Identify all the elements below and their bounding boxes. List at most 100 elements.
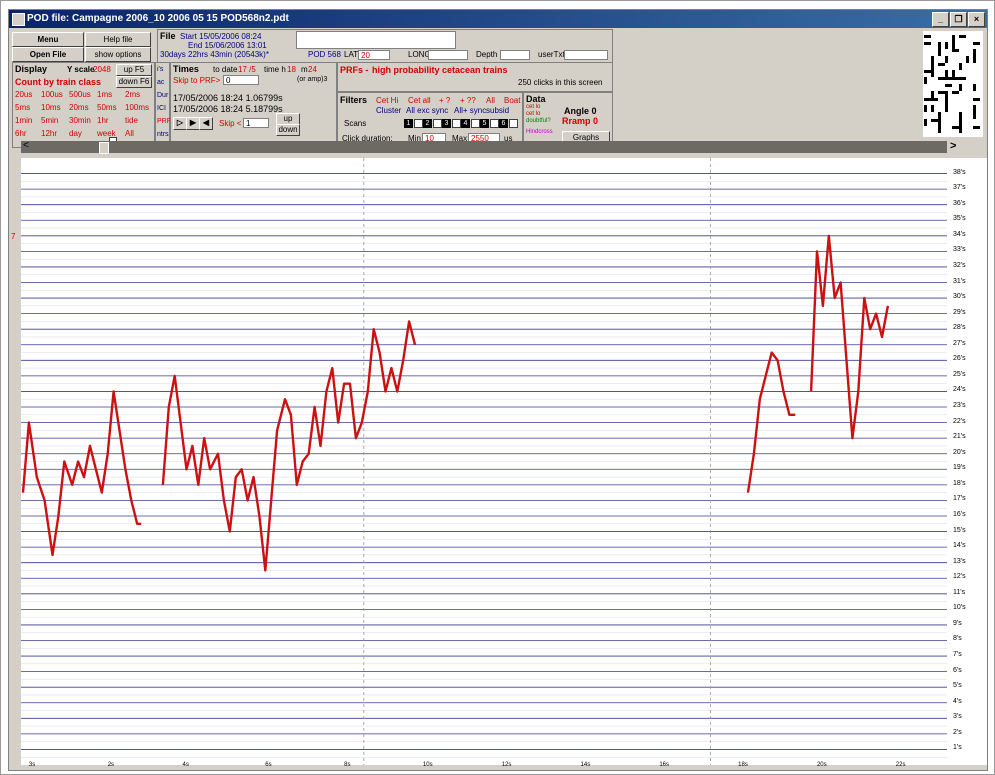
skip-field[interactable]: 1 [243,118,269,128]
scroll-thumb[interactable] [99,142,109,154]
filter-option[interactable]: + ?? [460,96,476,105]
train-class-bin[interactable]: 50ms [97,103,117,112]
train-class-bin[interactable]: 2ms [125,90,140,99]
logo-mark [959,77,966,80]
menu-button[interactable]: Menu [12,32,84,47]
y-tick-label: 8's [953,635,962,643]
train-class-bin[interactable]: 30min [69,116,91,125]
time-scrollbar[interactable]: < [21,140,947,154]
yscale-value[interactable]: 2048 [93,65,111,74]
filter-option[interactable]: Cet all [408,96,431,105]
y-tick-label: 35's [953,215,966,223]
filter-option[interactable]: All [486,96,495,105]
logo-mark [945,84,952,87]
left-marker: 7 [11,232,16,241]
y-tick-label: 20's [953,448,966,456]
step-forward-button[interactable]: ▶ [186,117,200,130]
logo-mark [973,56,976,63]
train-class-bin[interactable]: 100ms [125,103,149,112]
play-forward-button[interactable]: ▷ [173,117,187,130]
lat-field[interactable]: 20 [358,50,390,60]
train-class-bin[interactable]: 6hr [15,129,27,138]
skip-label: Skip < [219,119,242,128]
open-file-button[interactable]: Open File [12,47,84,62]
data-panel: Data cet lo cet lo doubtful? Hindcross A… [523,92,613,148]
side-param-label[interactable]: ac [157,79,164,86]
logo-mark [945,91,948,98]
cluster-option[interactable]: All+ sync [454,106,486,115]
train-class-bin[interactable]: tide [125,116,138,125]
logo-mark [931,70,934,77]
time-h-value[interactable]: 18 [287,65,296,74]
scan-checkbox[interactable] [471,119,480,128]
yscale-up-button[interactable]: up F5 [116,64,152,76]
train-class-bin[interactable]: 500us [69,90,91,99]
side-param-label[interactable]: PRF [157,118,171,125]
x-tick-label: 3s [28,762,36,768]
maze-logo-icon [923,31,983,137]
usertxt-field[interactable] [564,50,608,60]
scroll-left-arrow[interactable]: < [23,140,29,151]
skip-to-prf-field[interactable]: 0 [223,75,259,85]
long-field[interactable] [428,50,468,60]
help-file-button[interactable]: Help file [85,32,151,47]
logo-mark [938,126,941,133]
close-button[interactable]: × [968,12,985,27]
logo-mark [959,84,962,91]
y-tick-label: 15's [953,526,966,534]
cluster-option[interactable]: All exc sync [406,106,448,115]
scroll-right-arrow[interactable]: > [950,140,956,152]
train-class-bin[interactable]: 100us [41,90,63,99]
to-date-value[interactable]: 17 /5 [238,65,256,74]
file-notes-field[interactable] [296,31,456,49]
data-option-4[interactable]: Hindcross [526,129,553,135]
y-tick-label: 4's [953,697,962,705]
data-option-2[interactable]: cet lo [526,111,540,117]
side-param-label[interactable]: i's [157,66,163,73]
scan-checkbox[interactable] [433,119,442,128]
display-panel: Display Y scale 2048 up F5 Count by trai… [12,62,155,148]
show-options-button[interactable]: show options [85,47,151,62]
y-tick-label: 9's [953,619,962,627]
train-class-bin[interactable]: 20us [15,90,32,99]
train-class-bin[interactable]: 1ms [97,90,112,99]
train-class-bin[interactable]: 10ms [41,103,61,112]
cluster-option[interactable]: Cluster [376,106,401,115]
scan-number-badge: 1 [404,119,413,128]
scan-checkbox[interactable] [452,119,461,128]
train-class-bin[interactable]: 1min [15,116,32,125]
y-tick-label: 24's [953,386,966,394]
y-tick-label: 16's [953,510,966,518]
click-train-plot[interactable] [21,158,947,765]
minutes-value[interactable]: 24 [308,65,317,74]
scan-checkbox[interactable] [414,119,423,128]
train-class-bin[interactable]: 5ms [15,103,30,112]
skip-down-button[interactable]: down [276,124,300,136]
filter-option[interactable]: Cet Hi [376,96,398,105]
yscale-down-button[interactable]: down F6 [116,76,152,88]
minimize-button[interactable]: _ [932,12,949,27]
train-class-bin[interactable]: 12hr [41,129,57,138]
scan-checkbox[interactable] [509,119,518,128]
train-class-bin[interactable]: All [125,129,134,138]
train-class-bin[interactable]: 20ms [69,103,89,112]
data-option-3[interactable]: doubtful? [526,118,551,124]
times-panel: Times to date 17 /5 time h 18 m 24 Skip … [170,62,337,148]
train-class-bin[interactable]: day [69,129,82,138]
depth-field[interactable] [500,50,530,60]
data-option-1[interactable]: cet lo [526,104,540,110]
side-param-label[interactable]: Dur [157,92,168,99]
cluster-option[interactable]: subsid [486,106,509,115]
logo-mark [931,119,938,122]
scan-checkbox[interactable] [490,119,499,128]
restore-button[interactable]: ❐ [950,12,967,27]
train-class-bin[interactable]: 5min [41,116,58,125]
filter-option[interactable]: Boat [504,96,520,105]
parameter-side-panel: i's ac Dur ICI PRF ntrs [155,62,171,148]
side-param-label[interactable]: ntrs [157,131,169,138]
step-back-button[interactable]: ◀ [199,117,213,130]
side-param-label[interactable]: ICI [157,105,166,112]
ramp-label: Rramp 0 [562,116,599,126]
filter-option[interactable]: + ? [439,96,450,105]
train-class-bin[interactable]: 1hr [97,116,109,125]
